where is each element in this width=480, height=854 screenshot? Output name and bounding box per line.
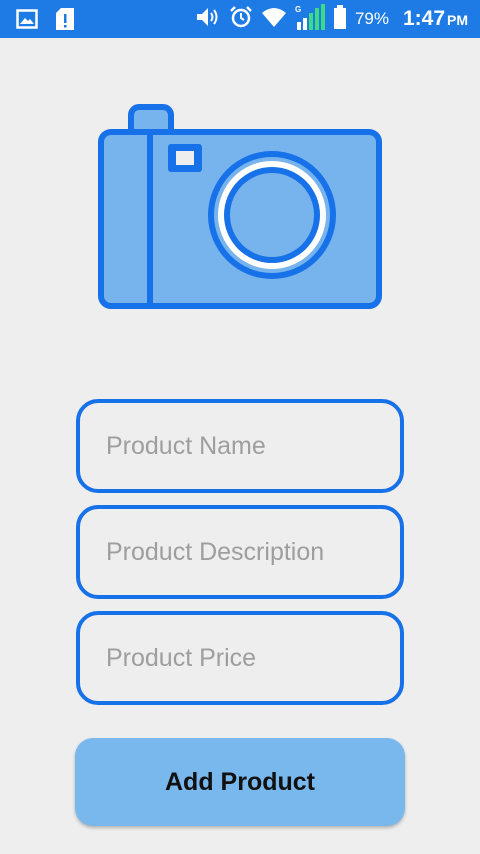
status-bar-right: G 79% 1:47 PM	[195, 0, 468, 38]
battery-percent: 79%	[354, 9, 389, 28]
sd-card-alert-icon	[56, 8, 74, 35]
product-name-input[interactable]	[106, 403, 386, 489]
add-product-button[interactable]: Add Product	[75, 738, 405, 826]
camera-icon[interactable]	[98, 104, 382, 310]
alarm-icon	[229, 5, 253, 34]
clock-time: 1:47	[402, 7, 445, 30]
product-description-field[interactable]	[76, 505, 404, 599]
status-bar: G 79% 1:47 PM	[0, 0, 480, 38]
image-icon	[16, 9, 38, 34]
clock: 1:47 PM	[403, 7, 468, 31]
wifi-icon	[261, 6, 287, 33]
product-description-input[interactable]	[106, 509, 386, 595]
product-name-field[interactable]	[76, 399, 404, 493]
status-bar-left-icons	[16, 8, 74, 35]
signal-icon: G	[295, 3, 325, 35]
product-price-input[interactable]	[106, 615, 386, 701]
svg-text:G: G	[295, 5, 301, 14]
clock-ampm: PM	[447, 12, 468, 28]
volume-icon	[195, 6, 221, 33]
battery-icon	[333, 4, 347, 34]
product-price-field[interactable]	[76, 611, 404, 705]
